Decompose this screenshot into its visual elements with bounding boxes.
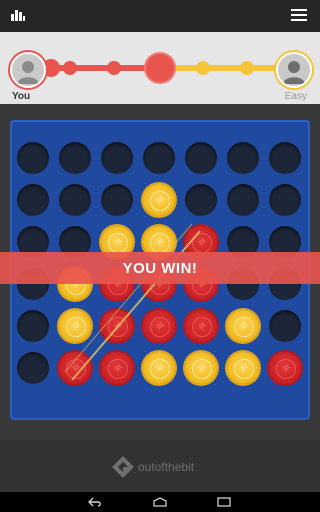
opponent-label: Easy — [284, 91, 307, 102]
player-avatar — [10, 52, 46, 88]
progress-step — [196, 61, 210, 75]
progress-track-opponent — [160, 65, 290, 71]
progress-step — [63, 61, 77, 75]
progress-step — [107, 61, 121, 75]
progress-panel — [0, 32, 320, 104]
result-text: YOU WIN! — [122, 259, 198, 277]
menu-button[interactable] — [288, 4, 310, 26]
progress-step-current — [146, 54, 174, 82]
back-button[interactable] — [87, 496, 103, 508]
bar-chart-icon — [11, 10, 25, 21]
home-button[interactable] — [152, 496, 168, 508]
home-icon — [153, 497, 167, 507]
user-silhouette-icon — [283, 61, 305, 84]
recents-icon — [217, 497, 231, 507]
win-banner: YOU WIN! — [0, 252, 320, 284]
opponent-avatar — [276, 52, 312, 88]
system-nav-bar — [0, 492, 320, 512]
outofthebit-logo-icon — [112, 456, 134, 478]
brand-text: outofthebit — [138, 460, 195, 474]
user-silhouette-icon — [17, 61, 39, 84]
brand-logo-link[interactable]: outofthebit — [111, 455, 194, 479]
back-icon — [88, 497, 101, 507]
stats-button[interactable] — [6, 4, 30, 26]
game-screen: You Easy ✧ ✧ ✧ ✧ ✧ ✧ ✧ ✧ ✧ ✧ ✧ ✧ ✧ ✧ ✧ ✧ ✧ ✧ ✧ YOU WIN! ou… — [0, 0, 320, 512]
top-bar — [0, 0, 320, 32]
hamburger-menu-icon — [291, 9, 307, 21]
player-label: You — [12, 91, 31, 102]
recents-button[interactable] — [216, 496, 232, 508]
progress-step — [240, 61, 254, 75]
